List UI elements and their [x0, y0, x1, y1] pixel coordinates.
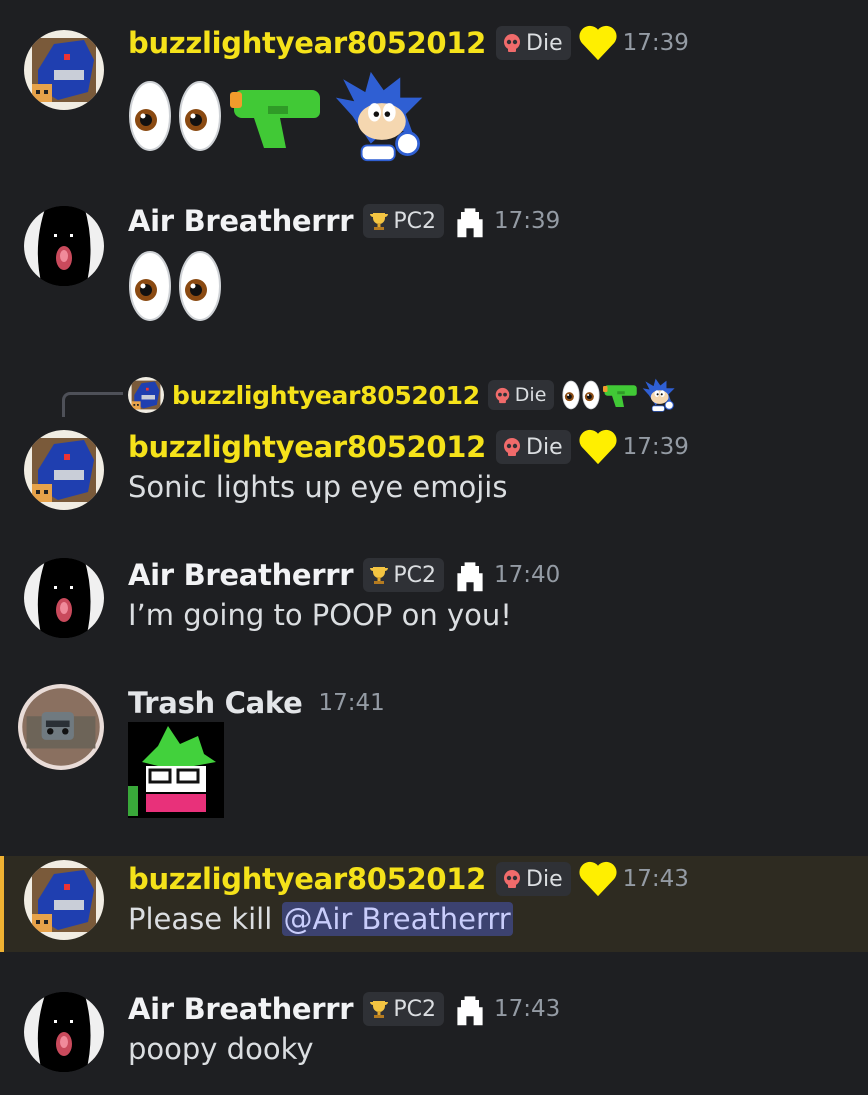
message-text: Sonic lights up eye emojis: [128, 470, 508, 504]
message: buzzlightyear8052012 Die 17:39 Sonic lig…: [0, 424, 868, 520]
message-header: Air Breatherrr PC2 17:40: [128, 552, 560, 598]
server-tag[interactable]: PC2: [363, 558, 444, 592]
message-text-prefix: Please kill: [128, 902, 282, 936]
server-tag[interactable]: PC2: [363, 204, 444, 238]
server-tag-label: PC2: [393, 996, 436, 1022]
message: Air Breatherrr PC2 17:39: [0, 198, 868, 328]
avatar[interactable]: [24, 30, 104, 110]
timestamp[interactable]: 17:43: [623, 866, 689, 892]
message-header: Air Breatherrr PC2 17:43: [128, 986, 560, 1032]
username[interactable]: Air Breatherrr: [128, 558, 354, 592]
skull-icon: [502, 437, 522, 457]
message-highlighted: buzzlightyear8052012 Die 17:43 Please ki…: [0, 856, 868, 952]
skull-icon: [494, 387, 511, 404]
message-text: poopy dooky: [128, 1032, 314, 1066]
reply-connector: [62, 392, 123, 417]
timestamp[interactable]: 17:39: [494, 208, 560, 234]
server-tag-label: Die: [526, 30, 563, 56]
message-text: I’m going to POOP on you!: [128, 598, 512, 632]
avatar[interactable]: [24, 860, 104, 940]
message-header: buzzlightyear8052012 Die 17:39: [128, 424, 689, 470]
avatar[interactable]: [24, 206, 104, 286]
user-avatar-icon: [24, 992, 104, 1072]
message-text: Please kill @Air Breatherrr: [128, 902, 513, 936]
message-header: Air Breatherrr PC2 17:39: [128, 198, 560, 244]
reply-preview[interactable]: buzzlightyear8052012 Die: [128, 374, 676, 416]
server-tag-label: PC2: [393, 208, 436, 234]
reply-server-tag-label: Die: [514, 384, 547, 406]
username[interactable]: buzzlightyear8052012: [128, 430, 486, 464]
user-avatar-icon: [24, 430, 104, 510]
username[interactable]: buzzlightyear8052012: [128, 26, 486, 60]
water-pistol-emoji: [602, 380, 640, 410]
soul-icon: [452, 991, 488, 1027]
timestamp[interactable]: 17:43: [494, 996, 560, 1022]
yellow-heart-icon: [579, 428, 617, 466]
username[interactable]: Air Breatherrr: [128, 204, 354, 238]
timestamp[interactable]: 17:39: [623, 434, 689, 460]
skull-icon: [502, 869, 522, 889]
server-tag[interactable]: Die: [496, 26, 571, 60]
server-tag-label: PC2: [393, 562, 436, 588]
user-avatar-icon: [24, 860, 104, 940]
sonic-sticker-emoji: [642, 378, 676, 412]
user-mention[interactable]: @Air Breatherrr: [281, 902, 513, 936]
message-header: Trash Cake 17:41: [128, 680, 385, 726]
yellow-heart-icon: [579, 24, 617, 62]
eyes-emoji[interactable]: [128, 250, 172, 322]
trophy-icon: [369, 565, 389, 585]
mention-highlight-bar: [0, 856, 4, 952]
ralsei-sticker[interactable]: [128, 722, 224, 818]
reply-username[interactable]: buzzlightyear8052012: [172, 381, 480, 410]
avatar[interactable]: [24, 992, 104, 1072]
eyes-emoji[interactable]: [178, 80, 222, 152]
timestamp[interactable]: 17:40: [494, 562, 560, 588]
timestamp[interactable]: 17:41: [319, 690, 385, 716]
avatar[interactable]: [18, 684, 104, 770]
user-avatar-icon: [24, 558, 104, 638]
reply-avatar: [128, 377, 164, 413]
eyes-emoji[interactable]: [128, 80, 172, 152]
message-header: buzzlightyear8052012 Die 17:39: [128, 20, 689, 66]
eyes-emoji: [582, 380, 600, 410]
message-content: [128, 722, 224, 818]
sonic-sticker-emoji[interactable]: [334, 70, 426, 162]
message: Trash Cake 17:41: [0, 680, 868, 830]
user-avatar-icon: [24, 30, 104, 110]
message: Air Breatherrr PC2 17:40 I’m going to PO…: [0, 552, 868, 648]
server-tag[interactable]: PC2: [363, 992, 444, 1026]
username[interactable]: Air Breatherrr: [128, 992, 354, 1026]
username[interactable]: Trash Cake: [128, 686, 303, 720]
reply-content: [562, 378, 676, 412]
message-header: buzzlightyear8052012 Die 17:43: [128, 856, 689, 902]
soul-icon: [452, 203, 488, 239]
server-tag[interactable]: Die: [496, 430, 571, 464]
timestamp[interactable]: 17:39: [623, 30, 689, 56]
message-content: [128, 70, 426, 162]
yellow-heart-icon: [579, 860, 617, 898]
message: buzzlightyear8052012 Die 17:39: [0, 20, 868, 160]
avatar[interactable]: [24, 558, 104, 638]
server-tag-label: Die: [526, 434, 563, 460]
water-pistol-emoji[interactable]: [228, 76, 328, 156]
soul-icon: [452, 557, 488, 593]
eyes-emoji[interactable]: [178, 250, 222, 322]
eyes-emoji: [562, 380, 580, 410]
message: Air Breatherrr PC2 17:43 poopy dooky: [0, 986, 868, 1082]
message-content: [128, 250, 222, 322]
skull-icon: [502, 33, 522, 53]
trophy-icon: [369, 999, 389, 1019]
server-tag-label: Die: [526, 866, 563, 892]
user-avatar-icon: [24, 206, 104, 286]
trophy-icon: [369, 211, 389, 231]
avatar[interactable]: [24, 430, 104, 510]
username[interactable]: buzzlightyear8052012: [128, 862, 486, 896]
user-avatar-icon: [18, 684, 104, 770]
reply-server-tag: Die: [487, 380, 555, 410]
server-tag[interactable]: Die: [496, 862, 571, 896]
